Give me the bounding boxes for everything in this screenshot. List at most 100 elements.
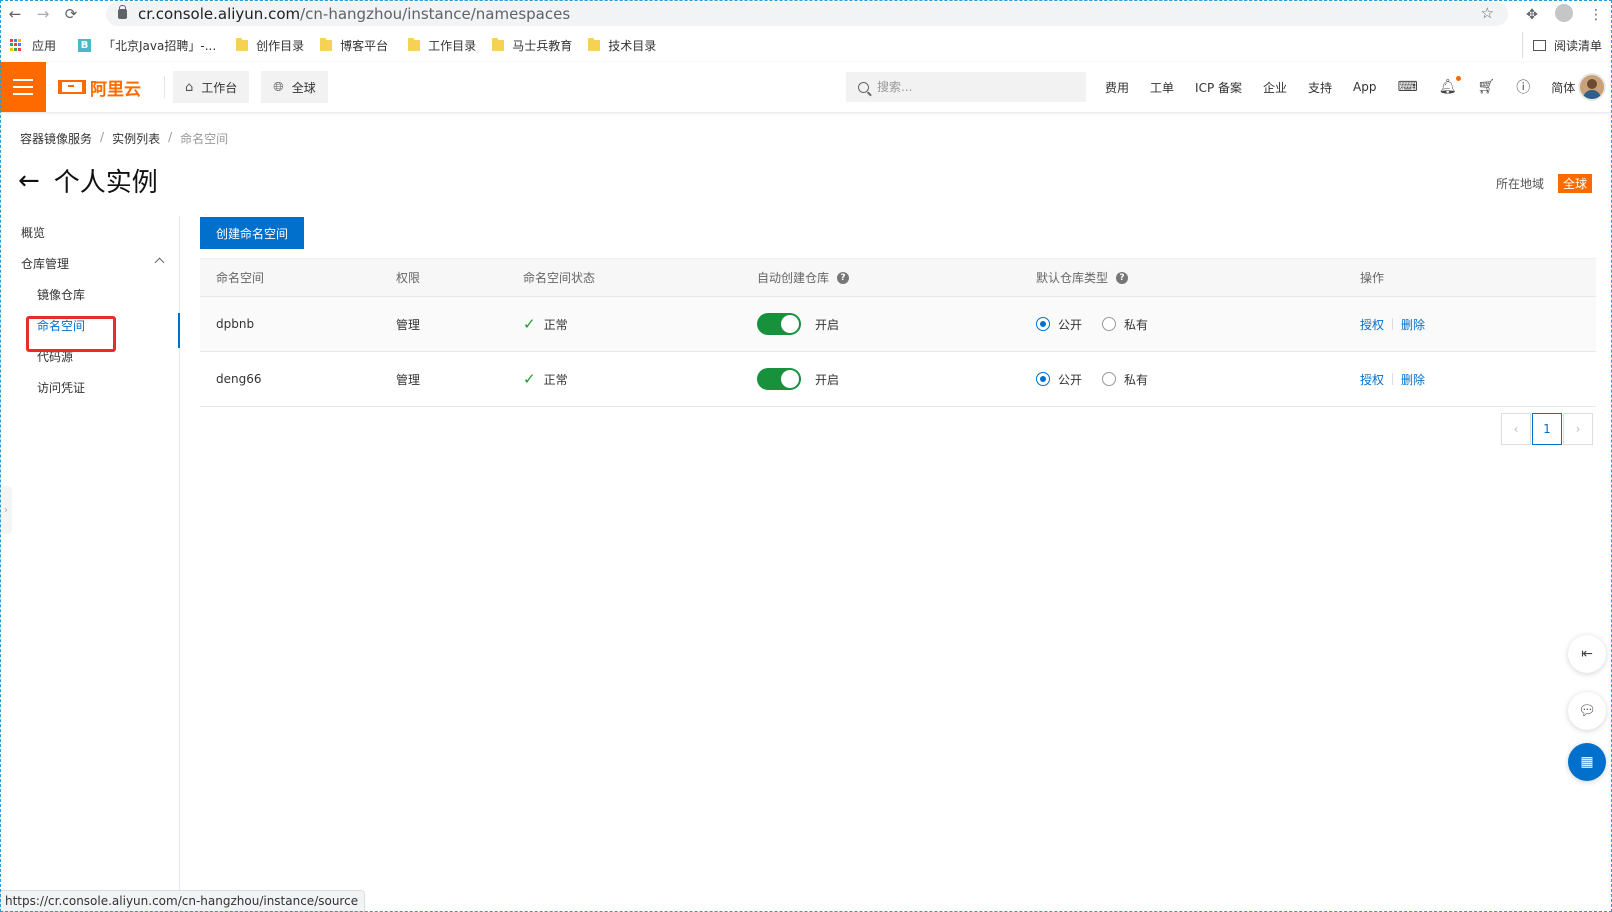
- address-bar[interactable]: cr.console.aliyun.com/cn-hangzhou/instan…: [106, 2, 1508, 26]
- auto-create-toggle[interactable]: [757, 368, 801, 390]
- help-question-icon[interactable]: ?: [1116, 271, 1129, 284]
- sidebar-item-access-credentials[interactable]: 访问凭证: [37, 379, 85, 396]
- create-namespace-button[interactable]: 创建命名空间: [200, 217, 305, 249]
- radio-private[interactable]: [1102, 372, 1117, 386]
- link-enterprise[interactable]: 企业: [1263, 79, 1287, 96]
- bookmark-folder[interactable]: 博客平台: [320, 37, 388, 54]
- frame-border: [0, 0, 1612, 912]
- back-arrow-icon[interactable]: ←: [18, 168, 40, 194]
- apps-grid-icon: [10, 39, 22, 51]
- column-header: 默认仓库类型?: [1036, 269, 1129, 286]
- region-button[interactable]: 🌐︎ 全球: [261, 71, 328, 103]
- bookmark-folder[interactable]: 工作目录: [408, 37, 476, 54]
- chevron-up-icon[interactable]: [154, 257, 165, 268]
- search-input[interactable]: [877, 80, 1067, 94]
- link-app[interactable]: App: [1353, 80, 1376, 94]
- actions-cell: 授权 删除: [1360, 316, 1425, 333]
- divider: [1392, 373, 1394, 385]
- status: ✓ 正常: [523, 370, 568, 388]
- workbench-button[interactable]: ⌂ 工作台: [173, 71, 250, 103]
- help-icon[interactable]: ⓘ: [1516, 77, 1530, 97]
- bookmark-java[interactable]: B 「北京Java招聘」-...: [78, 37, 216, 54]
- namespace-name: deng66: [216, 372, 262, 386]
- reading-list[interactable]: 阅读清单: [1521, 32, 1602, 58]
- star-icon[interactable]: ☆: [1481, 4, 1494, 22]
- table-row: dpbnb 管理 ✓ 正常 开启 公开 私有 授权 删除: [200, 297, 1596, 352]
- link-fees[interactable]: 费用: [1105, 79, 1129, 96]
- radio-public[interactable]: [1036, 317, 1050, 331]
- permission: 管理: [396, 317, 421, 332]
- link-support[interactable]: 支持: [1308, 79, 1332, 96]
- breadcrumb-item[interactable]: 容器镜像服务: [20, 130, 92, 147]
- chat-icon[interactable]: 💬︎: [1568, 692, 1606, 730]
- search-box[interactable]: [846, 72, 1086, 102]
- column-header: 命名空间状态: [523, 271, 596, 285]
- bookmark-folder[interactable]: 马士兵教育: [492, 37, 572, 54]
- cart-icon[interactable]: 🛒︎: [1478, 79, 1496, 95]
- radio-public[interactable]: [1036, 372, 1050, 386]
- lock-icon: [118, 5, 127, 19]
- chevron-right-icon: ›: [4, 504, 8, 516]
- authorize-link[interactable]: 授权: [1360, 371, 1384, 388]
- folder-icon: [588, 37, 601, 51]
- namespace-table: 命名空间 权限 命名空间状态 自动创建仓库? 默认仓库类型? 操作 dpbnb …: [200, 258, 1596, 407]
- column-header: 权限: [396, 271, 421, 285]
- menu-dots-icon[interactable]: ⋮: [1580, 7, 1612, 23]
- next-page-button[interactable]: ›: [1563, 413, 1593, 445]
- breadcrumb-item[interactable]: 实例列表: [112, 130, 160, 147]
- folder-icon: [236, 37, 249, 51]
- user-avatar[interactable]: [1578, 73, 1606, 101]
- reload-icon[interactable]: ⟳: [60, 5, 82, 23]
- exit-panel-icon[interactable]: ⇤: [1568, 635, 1606, 673]
- page-header: ← 个人实例: [18, 162, 158, 199]
- language-switch[interactable]: 简体: [1551, 79, 1575, 96]
- delete-link[interactable]: 删除: [1401, 371, 1425, 388]
- forward-icon[interactable]: →: [32, 5, 54, 23]
- bookmark-b-icon: B: [78, 38, 92, 52]
- browser-status-bar: https://cr.console.aliyun.com/cn-hangzho…: [0, 890, 366, 912]
- terminal-icon[interactable]: ⌨: [1398, 79, 1418, 95]
- permission: 管理: [396, 372, 421, 387]
- top-links: 费用 工单 ICP 备案 企业 支持 App ⌨ 🔔︎ 🛒︎ ⓘ 简体: [1105, 62, 1596, 112]
- delete-link[interactable]: 删除: [1401, 316, 1425, 333]
- apps-grid-float-icon[interactable]: ▦: [1568, 743, 1606, 781]
- aliyun-logo[interactable]: 阿里云: [58, 75, 156, 100]
- bell-icon[interactable]: 🔔︎: [1439, 76, 1461, 95]
- sidebar-item-image-repos[interactable]: 镜像仓库: [37, 286, 85, 303]
- breadcrumb-separator: /: [168, 130, 173, 144]
- sidebar-collapse-handle[interactable]: ›: [0, 486, 12, 534]
- auto-create-toggle[interactable]: [757, 313, 801, 335]
- bookmark-folder[interactable]: 技术目录: [588, 37, 656, 54]
- extensions-icon[interactable]: ✥: [1516, 7, 1548, 23]
- authorize-link[interactable]: 授权: [1360, 316, 1384, 333]
- aliyun-mark-icon: [58, 80, 86, 94]
- actions-cell: 授权 删除: [1360, 371, 1425, 388]
- namespace-name: dpbnb: [216, 317, 255, 331]
- bookmark-apps[interactable]: 应用: [0, 37, 56, 54]
- auto-create-cell: 开启: [757, 313, 839, 335]
- sidebar-item-overview[interactable]: 概览: [21, 224, 45, 241]
- check-icon: ✓: [523, 370, 536, 388]
- folder-icon: [408, 37, 421, 51]
- link-tickets[interactable]: 工单: [1150, 79, 1174, 96]
- hamburger-menu-icon[interactable]: [0, 62, 46, 112]
- region-badge[interactable]: 全球: [1557, 174, 1592, 193]
- reading-list-icon: [1532, 39, 1546, 51]
- profile-icon[interactable]: [1548, 3, 1580, 26]
- home-icon: ⌂: [185, 79, 194, 95]
- radio-private[interactable]: [1102, 317, 1117, 331]
- prev-page-button[interactable]: ‹: [1501, 413, 1531, 445]
- active-indicator: [178, 313, 180, 348]
- bookmark-folder[interactable]: 创作目录: [236, 37, 304, 54]
- status: ✓ 正常: [523, 315, 568, 333]
- repo-type-radio-group: 公开 私有: [1036, 371, 1168, 388]
- sidebar-group-repo-management[interactable]: 仓库管理: [21, 255, 69, 272]
- help-question-icon[interactable]: ?: [837, 271, 850, 284]
- divider: [1392, 318, 1394, 330]
- back-icon[interactable]: ←: [4, 5, 26, 23]
- divider: [164, 76, 165, 98]
- link-icp[interactable]: ICP 备案: [1195, 79, 1242, 96]
- page-number-button[interactable]: 1: [1532, 413, 1562, 445]
- url-text: cr.console.aliyun.com/cn-hangzhou/instan…: [138, 5, 571, 23]
- search-icon: [858, 81, 869, 93]
